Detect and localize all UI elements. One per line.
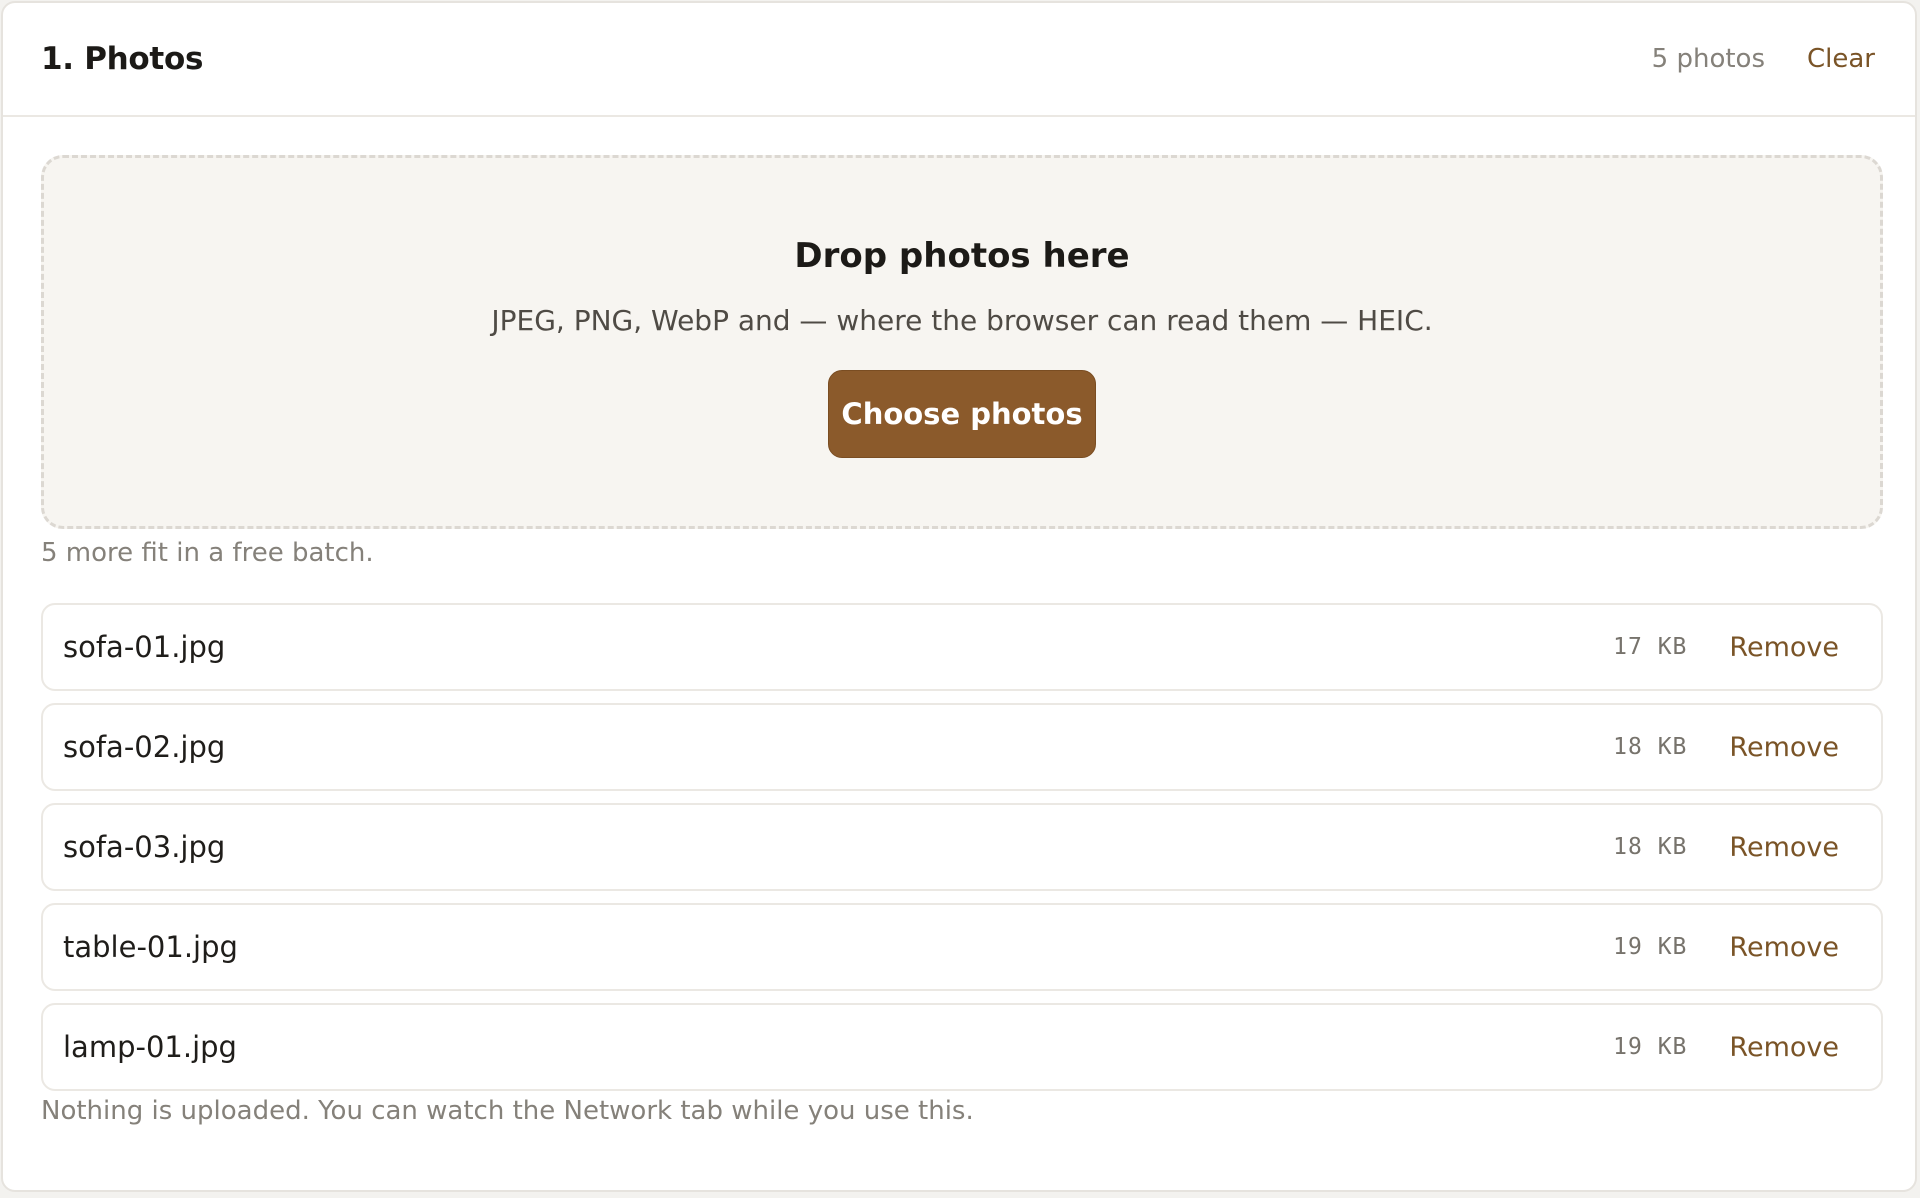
- file-size: 19 KB: [1613, 1034, 1688, 1060]
- remove-button[interactable]: Remove: [1729, 632, 1839, 663]
- photo-count: 5 photos: [1651, 44, 1765, 74]
- file-list: sofa-01.jpg 17 KB Remove sofa-02.jpg 18 …: [41, 603, 1883, 1103]
- remove-button[interactable]: Remove: [1729, 932, 1839, 963]
- remove-button[interactable]: Remove: [1729, 1032, 1839, 1063]
- dropzone-subtitle: JPEG, PNG, WebP and — where the browser …: [491, 304, 1433, 337]
- file-row: sofa-03.jpg 18 KB Remove: [41, 803, 1883, 891]
- file-size: 18 KB: [1613, 834, 1688, 860]
- file-row: table-01.jpg 19 KB Remove: [41, 903, 1883, 991]
- privacy-note: Nothing is uploaded. You can watch the N…: [41, 1096, 974, 1126]
- file-row: lamp-01.jpg 19 KB Remove: [41, 1003, 1883, 1091]
- clear-button[interactable]: Clear: [1807, 44, 1875, 74]
- remove-button[interactable]: Remove: [1729, 832, 1839, 863]
- remove-button[interactable]: Remove: [1729, 732, 1839, 763]
- dropzone-title: Drop photos here: [794, 236, 1130, 276]
- header-actions: 5 photos Clear: [1652, 44, 1875, 74]
- photos-panel: 1. Photos 5 photos Clear Drop photos her…: [1, 1, 1917, 1192]
- choose-photos-button[interactable]: Choose photos: [828, 370, 1096, 458]
- file-name: sofa-02.jpg: [63, 730, 226, 764]
- panel-title: 1. Photos: [41, 41, 204, 77]
- file-size: 19 KB: [1613, 934, 1688, 960]
- file-name: sofa-03.jpg: [63, 830, 226, 864]
- photo-dropzone[interactable]: Drop photos here JPEG, PNG, WebP and — w…: [41, 155, 1883, 529]
- file-size: 17 KB: [1613, 634, 1688, 660]
- batch-note: 5 more fit in a free batch.: [41, 538, 374, 568]
- file-name: lamp-01.jpg: [63, 1030, 237, 1064]
- file-size: 18 KB: [1613, 734, 1688, 760]
- panel-header: 1. Photos 5 photos Clear: [3, 3, 1915, 117]
- file-row: sofa-02.jpg 18 KB Remove: [41, 703, 1883, 791]
- file-name: table-01.jpg: [63, 930, 238, 964]
- file-row: sofa-01.jpg 17 KB Remove: [41, 603, 1883, 691]
- file-name: sofa-01.jpg: [63, 630, 226, 664]
